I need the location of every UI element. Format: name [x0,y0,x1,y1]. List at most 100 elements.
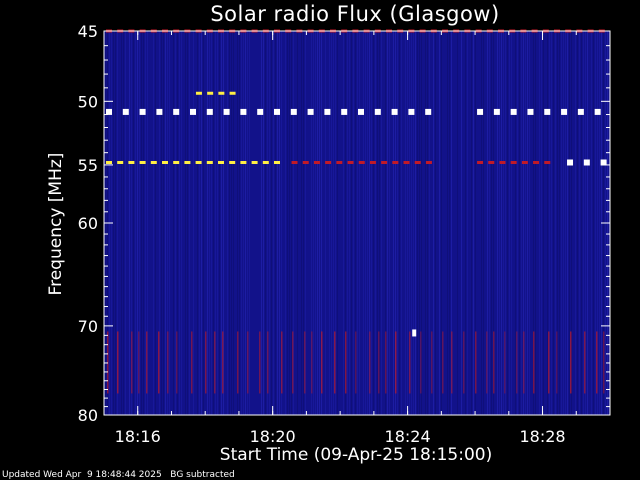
feature-dash [240,108,247,115]
feature-streak [420,331,422,394]
feature-dash [302,160,309,164]
feature-streak [584,331,586,394]
feature-dash [139,108,146,115]
feature-7 [567,159,607,166]
feature-dash [218,160,224,164]
feature-dash [561,108,568,115]
feature-streak [442,331,444,394]
feature-dash [369,160,376,164]
y-tick-label: 70 [78,317,98,336]
feature-dash [493,108,500,115]
feature-dash [425,108,432,115]
feature-dash [577,108,584,115]
feature-dash [341,108,348,115]
feature-dash [128,160,135,164]
feature-dash [156,108,163,115]
feature-streak [556,331,558,394]
feature-spot [412,329,417,337]
feature-streak [146,331,148,394]
feature-dash [521,160,528,164]
feature-dash [358,108,364,115]
feature-streak [259,331,261,394]
feature-dash [173,108,180,115]
feature-dash [510,108,517,115]
feature-dash [291,160,298,164]
feature-dash [106,108,112,115]
feature-dash [477,108,484,115]
feature-streak [516,331,518,394]
feature-streak [533,331,535,394]
feature-dash [229,91,236,95]
feature-dash [274,108,280,115]
spectrogram-plot: 45 50 55 60 70 80 18:16 18:20 18:24 18:28 [78,22,611,446]
y-tick-label: 60 [78,214,98,233]
feature-streak [345,331,347,394]
feature-dash [173,160,180,164]
feature-streak [369,331,371,394]
feature-streak [409,331,411,394]
feature-dash [139,160,146,164]
feature-dash [544,108,551,115]
feature-dash [567,159,574,166]
feature-streak [311,331,313,394]
y-axis-label: Frequency [MHz] [46,152,66,296]
feature-dash [594,108,601,115]
feature-dash [207,91,214,95]
feature-dash [477,160,484,164]
feature-streak [267,331,269,394]
feature-dash [347,160,354,164]
feature-streak [281,331,283,394]
feature-streak [431,331,433,394]
feature-dash [218,91,225,95]
x-tick-label: 18:16 [115,427,161,446]
feature-dash [206,160,213,164]
feature-dash [527,108,534,115]
feature-streak [451,331,453,394]
feature-dash [381,160,388,164]
y-tick-label: 45 [78,22,98,41]
feature-streak [107,331,109,394]
feature-dash [313,160,320,164]
feature-streak [334,331,336,394]
feature-streak [475,331,477,394]
feature-streak [222,331,224,394]
feature-streak [292,331,294,394]
feature-dash [106,160,112,164]
feature-streak [131,331,133,394]
feature-streak [548,331,550,394]
feature-dash [229,160,236,164]
feature-dash [251,160,258,164]
feature-dash [414,160,421,164]
feature-streak [247,331,249,394]
feature-dash [403,160,410,164]
feature-dash [499,160,506,164]
feature-dash [544,160,551,164]
feature-dash [391,108,398,115]
x-tick-label: 18:28 [519,427,565,446]
x-tick-label: 18:20 [250,427,296,446]
feature-dash [392,160,399,164]
feature-dash [257,108,264,115]
feature-dash [374,108,381,115]
feature-streak [603,331,605,394]
feature-dash [262,160,269,164]
feature-streak [214,331,216,394]
feature-streak [237,331,239,394]
feature-8 [412,329,417,337]
feature-dash [184,160,191,164]
feature-dash [336,160,343,164]
feature-streak [355,331,357,394]
feature-dash [290,108,297,115]
y-tick-label: 80 [78,406,98,425]
feature-streak [463,331,465,394]
feature-dash [510,160,517,164]
feature-dash [150,160,157,164]
feature-streak [378,331,380,394]
feature-streak [395,331,397,394]
feature-streak [523,331,525,394]
feature-streak [117,331,119,394]
feature-dash [206,108,213,115]
feature-dash [408,108,415,115]
feature-dash [307,108,314,115]
feature-dash [195,160,202,164]
